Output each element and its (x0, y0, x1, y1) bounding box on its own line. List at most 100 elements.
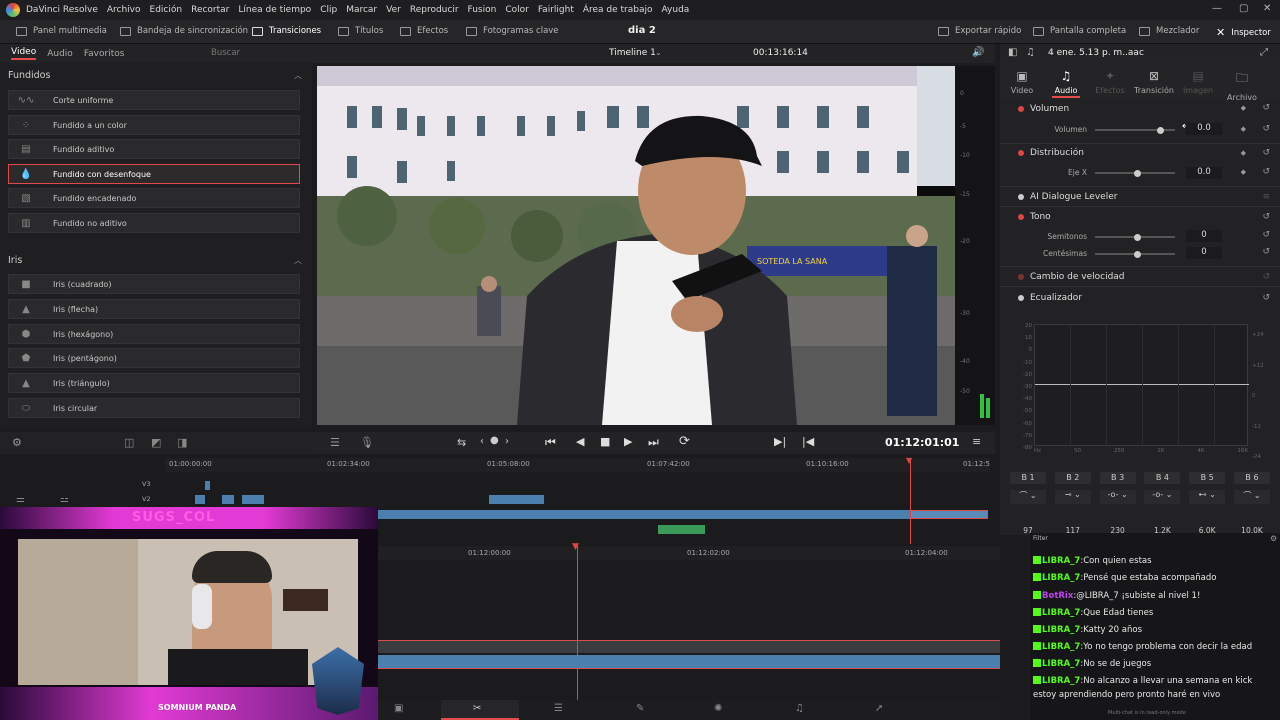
audio-tools-icon[interactable]: ⚍ (60, 494, 69, 505)
audio-clip[interactable] (658, 525, 705, 534)
bell-icon[interactable]: -o- ⌄ (1144, 490, 1181, 504)
chat-filter[interactable]: Filter (1033, 535, 1048, 542)
effect-item[interactable]: ▤ Fundido aditivo (8, 139, 300, 159)
menu-marcar[interactable]: Marcar (346, 5, 377, 15)
close-icon[interactable]: ✕ (1263, 3, 1271, 14)
menu-linea-de-tiempo[interactable]: Línea de tiempo (238, 5, 311, 15)
overwrite-icon[interactable]: ◩ (151, 436, 161, 449)
bell-icon[interactable]: -o- ⌄ (1099, 490, 1136, 504)
tab-efectos[interactable]: ✦ Efectos (1088, 63, 1132, 100)
settings-sliders-icon[interactable]: ☰ (330, 436, 340, 449)
chat-user[interactable]: LIBRA_7 (1042, 625, 1080, 635)
reset-icon[interactable]: ↺ (1262, 293, 1270, 303)
transitions-button[interactable]: Transiciones (252, 26, 321, 36)
reverse-play-icon[interactable]: ◀ (576, 435, 584, 448)
color-page-icon[interactable]: ✺ (714, 703, 722, 714)
titles-button[interactable]: Títulos (338, 26, 383, 36)
speaker-icon[interactable]: 🔊 (972, 47, 984, 58)
panel-toggle-icon[interactable]: ◧ (1008, 47, 1017, 58)
tab-imagen[interactable]: ▤ Imagen (1176, 63, 1220, 100)
video-viewer[interactable]: SOTEDA LA SANA (317, 66, 955, 425)
clip[interactable] (489, 495, 544, 504)
clip[interactable] (222, 495, 234, 504)
tab-video[interactable]: Video (11, 47, 37, 60)
menu-edicion[interactable]: Edición (150, 5, 183, 15)
cents-knob[interactable] (1134, 250, 1141, 258)
reset-icon[interactable]: ↺ (1262, 103, 1270, 113)
inspector-button[interactable]: ✕ Inspector (1216, 26, 1271, 39)
menu-icon[interactable]: ≡ (1262, 192, 1270, 202)
gear-icon[interactable]: ⚙ (1270, 534, 1277, 543)
chevron-up-icon[interactable]: ︿ (294, 70, 302, 81)
edit-page-icon[interactable]: ☰ (554, 703, 563, 714)
stop-icon[interactable]: ■ (600, 435, 610, 448)
volume-slider[interactable] (1095, 126, 1175, 134)
tab-archivo[interactable]: 🗀 Archivo (1220, 63, 1264, 102)
deliver-page-icon[interactable]: ➚ (875, 703, 883, 714)
chat-user[interactable]: LIBRA_7 (1042, 642, 1080, 652)
reset-icon[interactable]: ↺ (1262, 148, 1270, 158)
eq-graph[interactable] (1034, 324, 1249, 447)
effect-item[interactable]: ⬢ Iris (hexágono) (8, 324, 300, 344)
chevron-down-icon[interactable]: ⌄ (655, 48, 662, 57)
chat-user[interactable]: LIBRA_7 (1042, 573, 1080, 583)
mixer-button[interactable]: Mezclador (1139, 26, 1199, 36)
reset-icon[interactable]: ↺ (1262, 212, 1270, 222)
tab-audio[interactable]: ♫ Audio (1044, 63, 1088, 100)
prev-edit-icon[interactable]: |◀ (802, 435, 814, 448)
audio-waveform-clip[interactable] (378, 655, 1000, 669)
tools-icon[interactable]: ⚙ (12, 436, 22, 449)
band-button[interactable]: B 6 (1233, 472, 1270, 484)
band-button[interactable]: B 3 (1099, 472, 1136, 484)
timeline-selector[interactable]: Timeline 1 (609, 48, 656, 58)
menu-fusion[interactable]: Fusion (468, 5, 497, 15)
playhead-marker-icon[interactable]: ▼ (906, 456, 912, 465)
low-shelf-icon[interactable]: ⌒ ⌄ (1010, 490, 1046, 504)
volume-value[interactable]: 0.0 (1186, 123, 1222, 135)
tab-favoritos[interactable]: Favoritos (84, 49, 125, 59)
band-button[interactable]: B 4 (1144, 472, 1181, 484)
chat-user[interactable]: LIBRA_7 (1042, 676, 1080, 686)
effect-item[interactable]: ▲ Iris (triángulo) (8, 373, 300, 393)
prev-frame-icon[interactable]: ‹ (480, 436, 484, 447)
effect-item[interactable]: ▥ Fundido no aditivo (8, 213, 300, 233)
keyframes-button[interactable]: Fotogramas clave (466, 26, 559, 36)
chevron-up-icon[interactable]: ︿ (294, 255, 302, 266)
semitones-value[interactable]: 0 (1186, 230, 1222, 242)
reset-icon[interactable]: ↺ (1262, 167, 1270, 177)
playhead-lower[interactable] (577, 546, 578, 720)
video-track-clip[interactable] (378, 640, 1000, 653)
effects-search-input[interactable]: Buscar (211, 46, 315, 60)
pan-slider[interactable] (1095, 169, 1175, 177)
track-tools-icon[interactable]: ⚌ (16, 494, 25, 505)
chat-user[interactable]: LIBRA_7 (1042, 556, 1080, 566)
keyframe-icon[interactable]: ◆ (1241, 168, 1246, 176)
expand-icon[interactable]: ⤢ (1260, 47, 1268, 58)
effect-item[interactable]: ▲ Iris (flecha) (8, 299, 300, 319)
effect-item-selected[interactable]: 💧 Fundido con desenfoque (8, 164, 300, 184)
tab-transicion[interactable]: ⊠ Transición (1132, 63, 1176, 100)
cents-value[interactable]: 0 (1186, 247, 1222, 259)
menu-recortar[interactable]: Recortar (191, 5, 229, 15)
menu-reproducir[interactable]: Reproducir (410, 5, 459, 15)
fullscreen-button[interactable]: Pantalla completa (1033, 26, 1126, 36)
tab-video[interactable]: ▣ Video (1000, 63, 1044, 100)
menu-color[interactable]: Color (505, 5, 529, 15)
playhead-marker-icon[interactable]: ▼ (572, 542, 579, 552)
go-to-start-icon[interactable]: ⏮ (545, 435, 556, 450)
minimize-icon[interactable]: — (1212, 3, 1222, 14)
loop-playback-icon[interactable]: ⟳ (679, 434, 690, 449)
go-to-end-icon[interactable]: ⏭ (648, 435, 659, 450)
media-page-icon[interactable]: ▣ (394, 703, 403, 714)
menu-icon[interactable]: ≡ (972, 435, 981, 448)
menu-area-de-trabajo[interactable]: Área de trabajo (583, 5, 653, 15)
loop-icon[interactable]: ⇆ (457, 436, 466, 449)
chat-user[interactable]: LIBRA_7 (1042, 608, 1080, 618)
menu-ayuda[interactable]: Ayuda (662, 5, 690, 15)
reset-icon[interactable]: ↺ (1262, 247, 1270, 257)
effect-item[interactable]: ▧ Fundido encadenado (8, 188, 300, 208)
enable-dot-icon[interactable] (1018, 214, 1024, 220)
maximize-icon[interactable]: ▢ (1239, 3, 1248, 14)
fairlight-page-icon[interactable]: ♫ (795, 703, 804, 714)
menu-clip[interactable]: Clip (320, 5, 337, 15)
